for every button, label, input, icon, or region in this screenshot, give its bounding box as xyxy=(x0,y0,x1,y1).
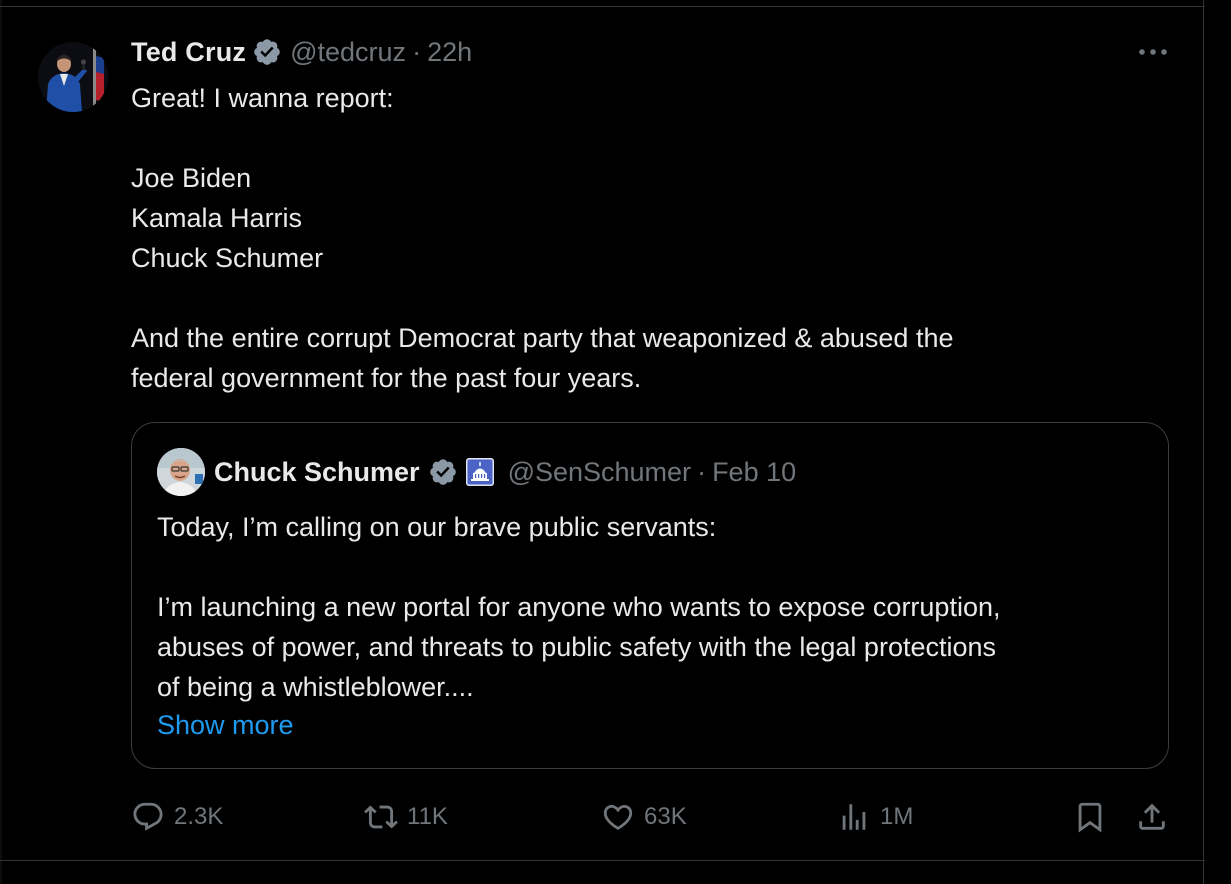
tweet-time[interactable]: 22h xyxy=(427,37,472,68)
quoted-author-handle[interactable]: @SenSchumer xyxy=(508,457,692,488)
tweet-text-line: Chuck Schumer xyxy=(131,243,324,273)
heart-icon xyxy=(603,804,633,830)
tweet-text-line xyxy=(131,278,1181,318)
views-button[interactable]: 1M xyxy=(837,795,913,839)
tweet-container: Ted Cruz @tedcruz · 22h Great! I wanna r… xyxy=(0,0,1231,884)
author-avatar[interactable] xyxy=(38,42,108,112)
tweet-text-line: Great! I wanna report: xyxy=(131,83,394,113)
more-dots-icon xyxy=(1139,49,1167,55)
quoted-tweet-text: Today, I’m calling on our brave public s… xyxy=(157,507,1157,707)
author-handle[interactable]: @tedcruz xyxy=(290,37,406,68)
top-divider xyxy=(0,6,1205,7)
reply-button[interactable]: 2.3K xyxy=(131,795,223,839)
header-separator: · xyxy=(412,36,422,67)
quoted-tweet-header: Chuck Schumer @SenSchumer · Feb 10 xyxy=(157,447,796,497)
quoted-text-line: abuses of power, and threats to public s… xyxy=(157,632,997,662)
repost-icon xyxy=(364,805,398,829)
repost-count: 11K xyxy=(407,803,448,830)
repost-button[interactable]: 11K xyxy=(364,795,448,839)
tweet-text-line: federal government for the past four yea… xyxy=(131,363,642,393)
reply-count: 2.3K xyxy=(174,803,224,830)
ted-cruz-avatar-icon xyxy=(38,42,108,112)
quoted-tweet-time[interactable]: Feb 10 xyxy=(712,457,796,488)
quoted-author-avatar[interactable] xyxy=(157,448,205,496)
like-count: 63K xyxy=(644,803,687,830)
quoted-text-line: of being a whistleblower.... xyxy=(157,672,474,702)
like-button[interactable]: 63K xyxy=(601,795,687,839)
bookmark-button[interactable] xyxy=(1073,795,1107,839)
chuck-schumer-avatar-icon xyxy=(157,448,205,496)
verified-badge-icon[interactable] xyxy=(252,37,282,67)
share-button[interactable] xyxy=(1135,795,1169,839)
bookmark-icon xyxy=(1078,802,1102,833)
tweet-text-line xyxy=(131,118,1181,158)
quoted-text-line: Today, I’m calling on our brave public s… xyxy=(157,512,717,542)
quoted-tweet[interactable]: Chuck Schumer @SenSchumer · Feb 10 Today… xyxy=(131,422,1169,769)
government-affiliation-icon[interactable] xyxy=(465,458,494,486)
tweet-text-line: Kamala Harris xyxy=(131,203,303,233)
more-options-button[interactable] xyxy=(1136,40,1170,64)
share-icon xyxy=(1139,803,1165,830)
right-divider xyxy=(1203,0,1204,884)
author-name[interactable]: Ted Cruz xyxy=(131,37,246,68)
reply-icon xyxy=(133,802,163,831)
tweet-text: Great! I wanna report: Joe Biden Kamala … xyxy=(131,78,1181,398)
quoted-header-separator: · xyxy=(697,456,707,487)
tweet-text-line: Joe Biden xyxy=(131,163,252,193)
tweet-text-line: And the entire corrupt Democrat party th… xyxy=(131,323,954,353)
bottom-divider xyxy=(0,860,1205,861)
show-more-link[interactable]: Show more xyxy=(157,705,294,745)
quoted-text-line xyxy=(157,547,1157,587)
quoted-author-name[interactable]: Chuck Schumer xyxy=(214,457,420,488)
views-bar-chart-icon xyxy=(842,804,866,830)
tweet-actions: 2.3K 11K 63K 1M xyxy=(131,795,1176,839)
tweet-header: Ted Cruz @tedcruz · 22h xyxy=(131,32,472,72)
quoted-text-line: I’m launching a new portal for anyone wh… xyxy=(157,592,1001,622)
verified-badge-icon[interactable] xyxy=(428,457,458,487)
left-edge xyxy=(0,0,2,884)
views-count: 1M xyxy=(880,803,914,830)
